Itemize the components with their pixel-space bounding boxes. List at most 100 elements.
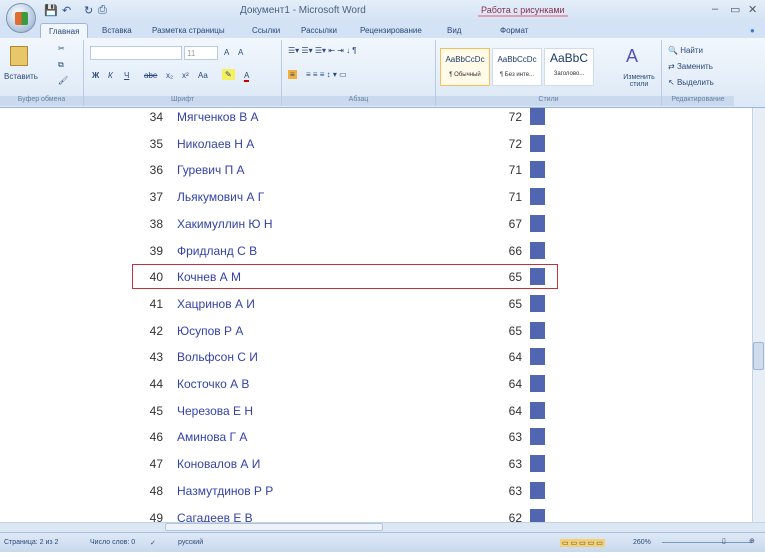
row-name: Хацринов А И [177, 296, 255, 311]
zoom-slider[interactable] [662, 542, 752, 543]
table-row: 49 Сагадеев Е В 62 [0, 508, 600, 522]
view-buttons[interactable]: ▭ ▭ ▭ ▭ ▭ [560, 539, 605, 547]
tab-view[interactable]: Вид [447, 26, 461, 35]
window-title: Документ1 - Microsoft Word [240, 5, 366, 16]
office-logo-icon [15, 12, 28, 25]
row-name: Аминова Г А [177, 430, 248, 445]
row-bar [530, 455, 545, 473]
page-count[interactable]: Страница: 2 из 2 [4, 539, 58, 546]
style-heading[interactable]: AaBbC Заголово... [544, 48, 594, 86]
row-bar [530, 108, 545, 125]
zoom-slider-thumb[interactable]: ▯ [722, 537, 726, 545]
superscript-button[interactable]: x² [182, 71, 189, 80]
table-row: 42 Юсупов Р А 65 [0, 321, 600, 344]
row-bar [530, 214, 545, 232]
bottom-strip [0, 552, 765, 558]
shrink-font-button[interactable]: A [238, 48, 243, 57]
redo-icon[interactable]: ↻ [84, 4, 93, 17]
tab-insert[interactable]: Вставка [102, 26, 132, 35]
row-bar [530, 294, 545, 312]
row-bar [530, 241, 545, 259]
paragraph-label: Абзац [282, 96, 435, 106]
row-name: Черезова Е Н [177, 403, 254, 418]
save-icon[interactable]: 💾 [44, 4, 58, 17]
row-bar [530, 348, 545, 366]
row-bar [530, 134, 545, 152]
row-name: Льякумович А Г [177, 190, 265, 205]
tab-page-layout[interactable]: Разметка страницы [152, 26, 225, 35]
tab-references[interactable]: Ссылки [252, 26, 280, 35]
row-value: 64 [508, 403, 522, 418]
paste-button[interactable]: Вставить [4, 72, 38, 81]
bullets-icon[interactable]: ☰▾ ☰▾ ☰▾ ⇤ ⇥ ↓ ¶ [288, 46, 357, 55]
font-name-select[interactable] [90, 46, 182, 60]
change-styles-icon[interactable]: A [626, 46, 638, 67]
italic-button[interactable]: К [108, 71, 113, 80]
table-row: 43 Вольфсон С И 64 [0, 348, 600, 370]
row-value: 64 [508, 377, 522, 391]
grow-font-button[interactable]: A [224, 48, 229, 57]
bold-button[interactable]: Ж [92, 71, 99, 80]
cut-icon[interactable]: ✂ [58, 44, 65, 53]
clipboard-label: Буфер обмена [0, 96, 83, 106]
row-number: 38 [149, 216, 163, 231]
ribbon: Вставить ✂ ⧉ 🖌 Буфер обмена 11 A A Ж К Ч… [0, 38, 765, 108]
style-preview: AaBbCcDc [497, 55, 537, 64]
font-size-select[interactable]: 11 [184, 46, 218, 60]
style-name: ¶ Обычный [449, 72, 481, 78]
table-row: 45 Черезова Е Н 64 [0, 401, 600, 424]
row-number: 45 [149, 403, 163, 418]
undo-icon[interactable]: ↶ [62, 4, 71, 17]
row-number: 36 [149, 163, 163, 178]
replace-button[interactable]: ⇄ Заменить [668, 62, 713, 71]
spellcheck-icon[interactable]: ✓ [150, 539, 156, 547]
strikethrough-button[interactable]: abe [144, 71, 157, 80]
zoom-in-icon[interactable]: ⊕ [749, 537, 755, 545]
word-count[interactable]: Число слов: 0 [90, 539, 135, 546]
copy-icon[interactable]: ⧉ [58, 60, 64, 70]
table-row: 35 Николаев Н А 72 [0, 134, 600, 157]
tab-format[interactable]: Формат [500, 26, 528, 35]
style-no-spacing[interactable]: AaBbCcDc ¶ Без инте... [492, 48, 542, 86]
document-area[interactable]: 34 Мягченков В А 72 35 Николаев Н А 72 36 Гурев… [0, 108, 752, 522]
align-left-icon[interactable]: ≡ [288, 70, 297, 79]
tab-review[interactable]: Рецензирование [360, 26, 422, 35]
change-styles-button[interactable]: Изменить стили [616, 74, 662, 88]
vertical-scrollbar[interactable] [752, 108, 765, 522]
row-bar [530, 161, 545, 179]
row-value: 72 [508, 136, 522, 151]
language[interactable]: русский [178, 539, 203, 546]
replace-label: Заменить [676, 62, 713, 71]
row-name: Юсупов Р А [177, 323, 244, 338]
paste-icon[interactable] [10, 46, 28, 66]
row-value: 63 [508, 430, 522, 445]
close-button[interactable]: ✕ [748, 3, 757, 16]
format-painter-icon[interactable]: 🖌 [58, 76, 68, 85]
font-color-icon[interactable]: A [244, 71, 250, 82]
align-icons[interactable]: ≡ ≡ ≡ ↕ ▾ ▭ [306, 70, 347, 79]
minimize-button[interactable]: – [712, 3, 718, 15]
clipboard-group: Вставить ✂ ⧉ 🖌 Буфер обмена [0, 40, 84, 106]
horizontal-scroll-thumb[interactable] [165, 523, 383, 531]
zoom-level[interactable]: 260% [633, 539, 651, 546]
help-icon[interactable]: ● [750, 26, 755, 35]
vertical-scroll-thumb[interactable] [753, 342, 764, 370]
subscript-button[interactable]: x₂ [166, 71, 173, 80]
row-value: 72 [508, 110, 522, 124]
row-value: 71 [508, 163, 522, 178]
find-button[interactable]: 🔍 Найти [668, 46, 703, 55]
row-number: 35 [149, 136, 163, 151]
select-button[interactable]: ↖ Выделить [668, 78, 714, 87]
row-number: 37 [149, 190, 163, 205]
tab-mailings[interactable]: Рассылки [301, 26, 337, 35]
change-case-button[interactable]: Aa [198, 71, 208, 80]
underline-button[interactable]: Ч [124, 71, 129, 80]
table-row: 38 Хакимуллин Ю Н 67 [0, 214, 600, 237]
office-button[interactable] [6, 3, 36, 33]
row-bar [530, 481, 545, 499]
maximize-button[interactable]: ▭ [730, 3, 740, 16]
print-icon[interactable]: ⎙ [98, 4, 107, 17]
highlight-icon[interactable]: ✎ [222, 69, 235, 80]
style-normal[interactable]: AaBbCcDc ¶ Обычный [440, 48, 490, 86]
highlight-box [132, 264, 558, 289]
